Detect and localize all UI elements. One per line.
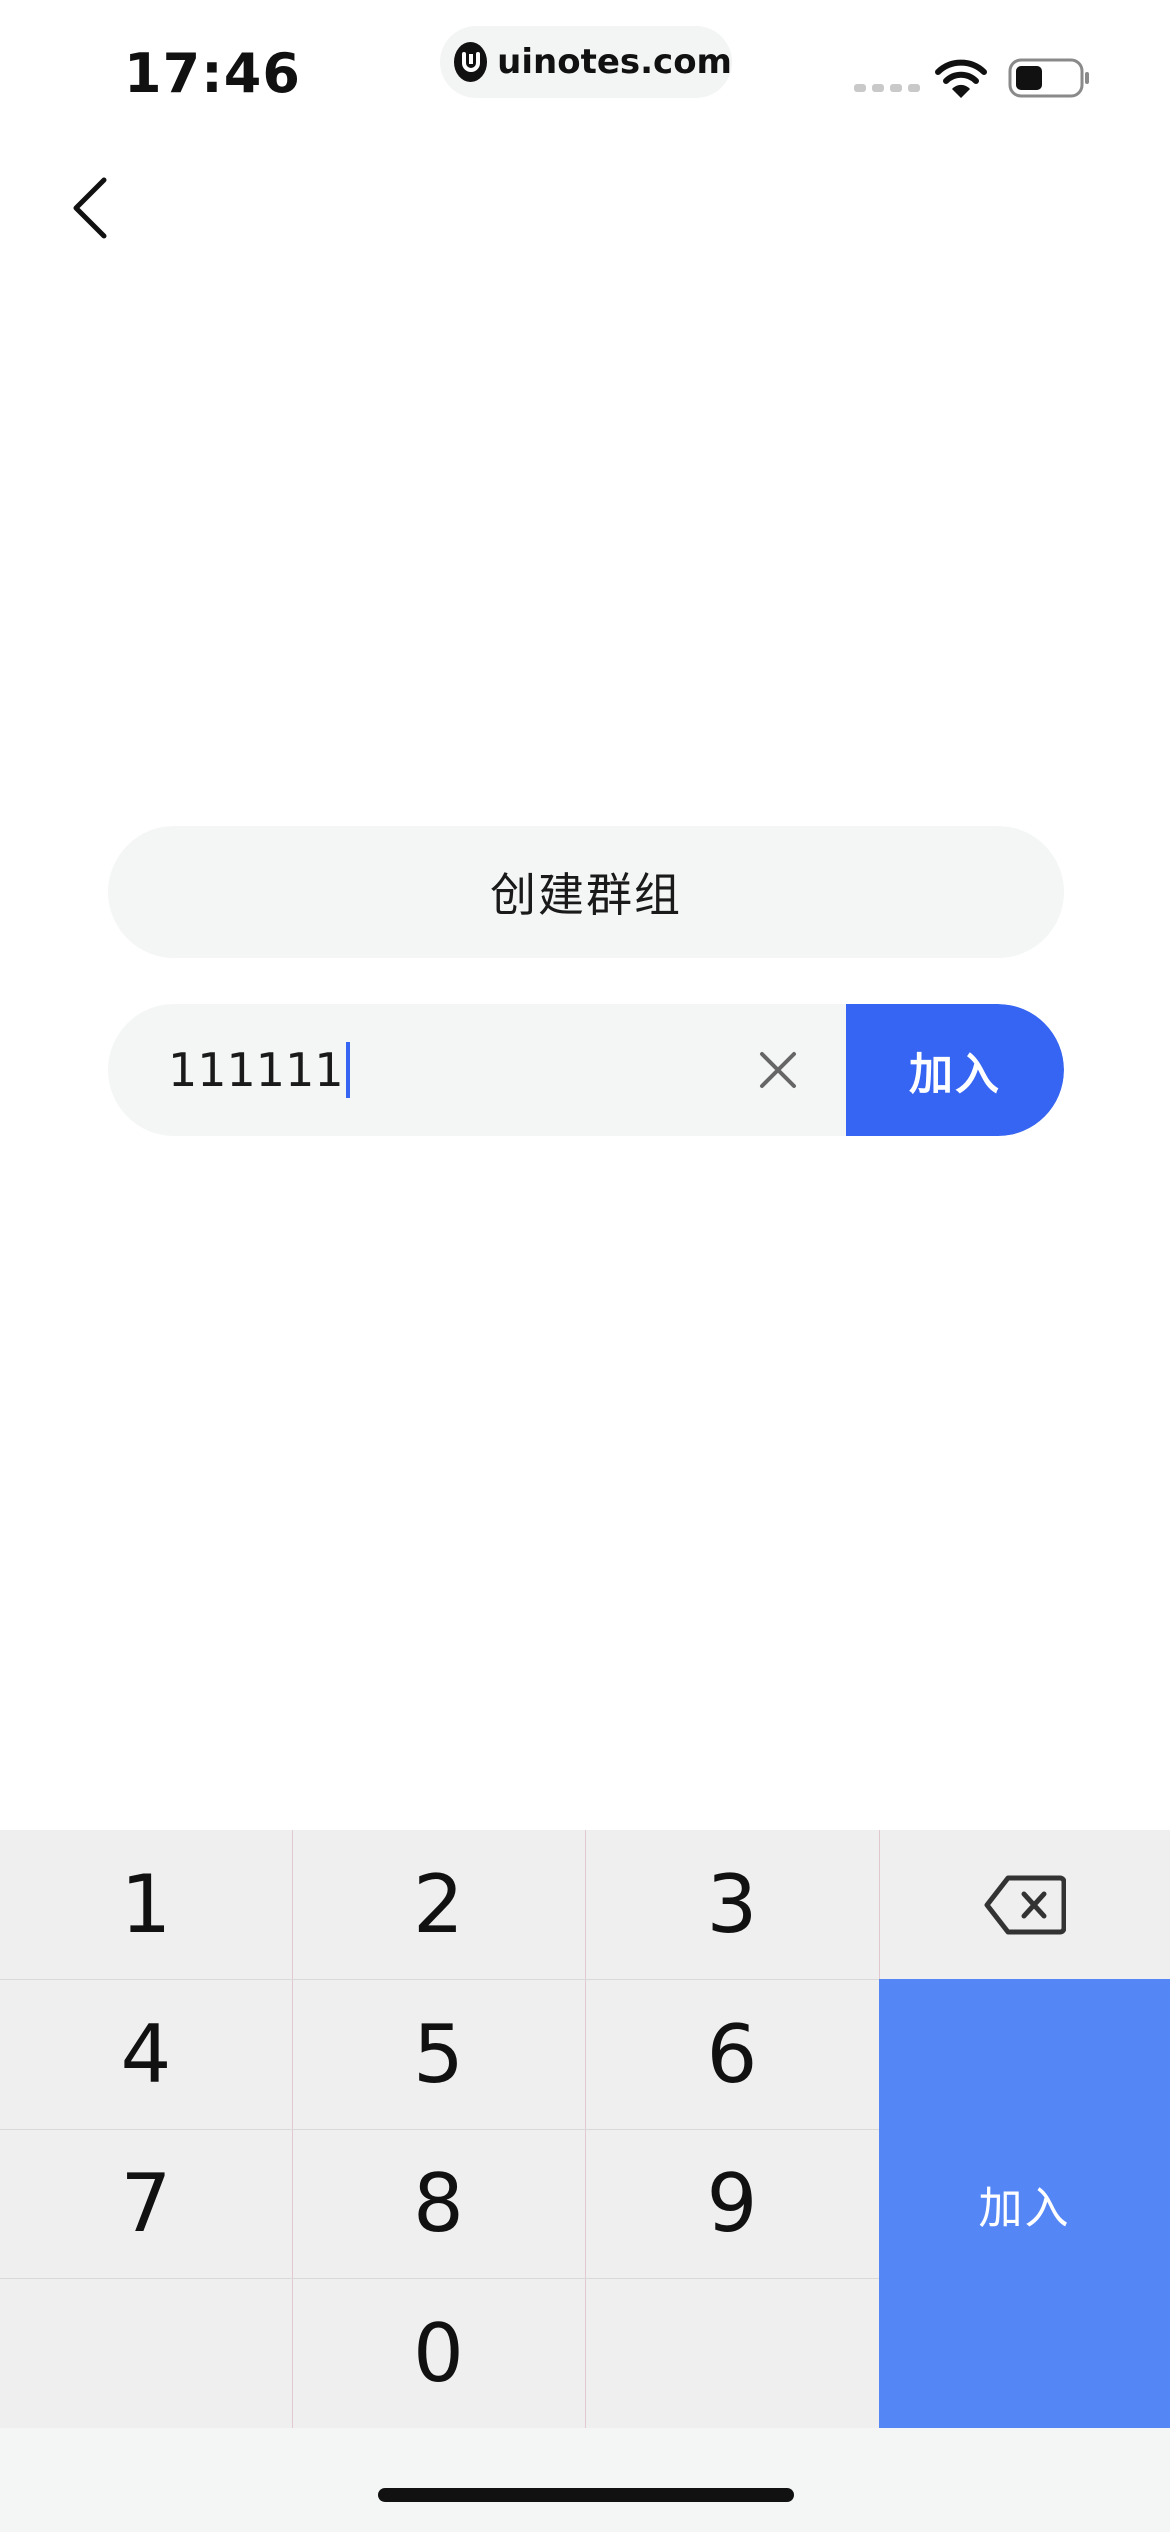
- close-icon: [760, 1052, 796, 1088]
- join-button[interactable]: 加入: [846, 1004, 1064, 1136]
- backspace-icon: [984, 1875, 1066, 1934]
- cellular-signal-icon: [854, 84, 920, 92]
- key-5[interactable]: 5: [292, 1979, 585, 2129]
- key-1[interactable]: 1: [0, 1830, 292, 1979]
- url-text: uinotes.com: [497, 42, 732, 82]
- group-code-input[interactable]: 111111: [168, 1004, 728, 1136]
- key-9[interactable]: 9: [585, 2129, 879, 2278]
- back-button[interactable]: [60, 168, 120, 248]
- home-indicator[interactable]: [378, 2488, 794, 2502]
- join-group-screen: 17:46 uinotes.com 创建群组 111111 加入 1 2 3 4…: [0, 0, 1170, 2532]
- key-6[interactable]: 6: [585, 1979, 879, 2129]
- key-0[interactable]: 0: [292, 2278, 585, 2428]
- group-code-value: 111111: [168, 1043, 344, 1097]
- numeric-keypad: 1 2 3 4 5 6 7 8 9 0 加入: [0, 1830, 1170, 2428]
- key-8[interactable]: 8: [292, 2129, 585, 2278]
- create-group-button[interactable]: 创建群组: [108, 826, 1064, 958]
- url-pill: uinotes.com: [440, 26, 732, 98]
- status-bar: 17:46 uinotes.com: [0, 0, 1170, 140]
- chevron-left-icon: [73, 177, 107, 239]
- key-4[interactable]: 4: [0, 1979, 292, 2129]
- key-3[interactable]: 3: [585, 1830, 879, 1979]
- wifi-icon: [935, 59, 987, 98]
- backspace-key[interactable]: [879, 1830, 1170, 1979]
- uinotes-logo-icon: [454, 42, 488, 82]
- key-7[interactable]: 7: [0, 2129, 292, 2278]
- text-caret: [345, 1042, 350, 1098]
- status-time: 17:46: [124, 42, 301, 105]
- bottom-safe-area: [0, 2428, 1170, 2532]
- join-group-row: 111111 加入: [108, 1004, 1064, 1136]
- key-2[interactable]: 2: [292, 1830, 585, 1979]
- clear-input-button[interactable]: [748, 1040, 808, 1100]
- keypad-join-key[interactable]: 加入: [879, 1979, 1170, 2428]
- battery-icon: [1008, 58, 1089, 98]
